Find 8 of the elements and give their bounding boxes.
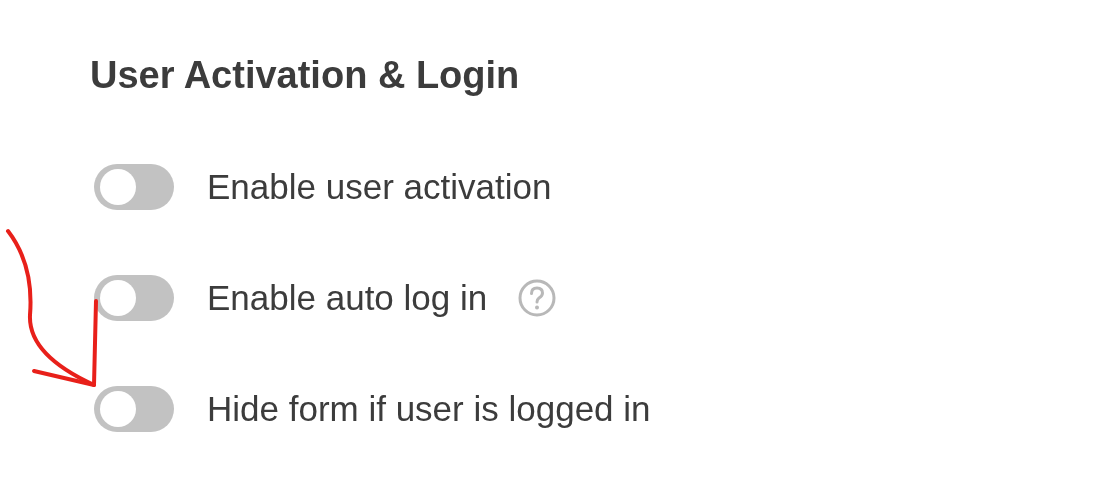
toggle-switch[interactable] xyxy=(94,163,174,210)
help-icon[interactable] xyxy=(517,277,558,318)
toggle-switch[interactable] xyxy=(94,385,174,432)
toggle-switch[interactable] xyxy=(94,274,174,321)
setting-label: Enable auto log in xyxy=(207,277,488,318)
section-heading: User Activation & Login xyxy=(90,53,521,98)
setting-label: Hide form if user is logged in xyxy=(207,388,651,429)
setting-label: Enable user activation xyxy=(207,166,552,207)
